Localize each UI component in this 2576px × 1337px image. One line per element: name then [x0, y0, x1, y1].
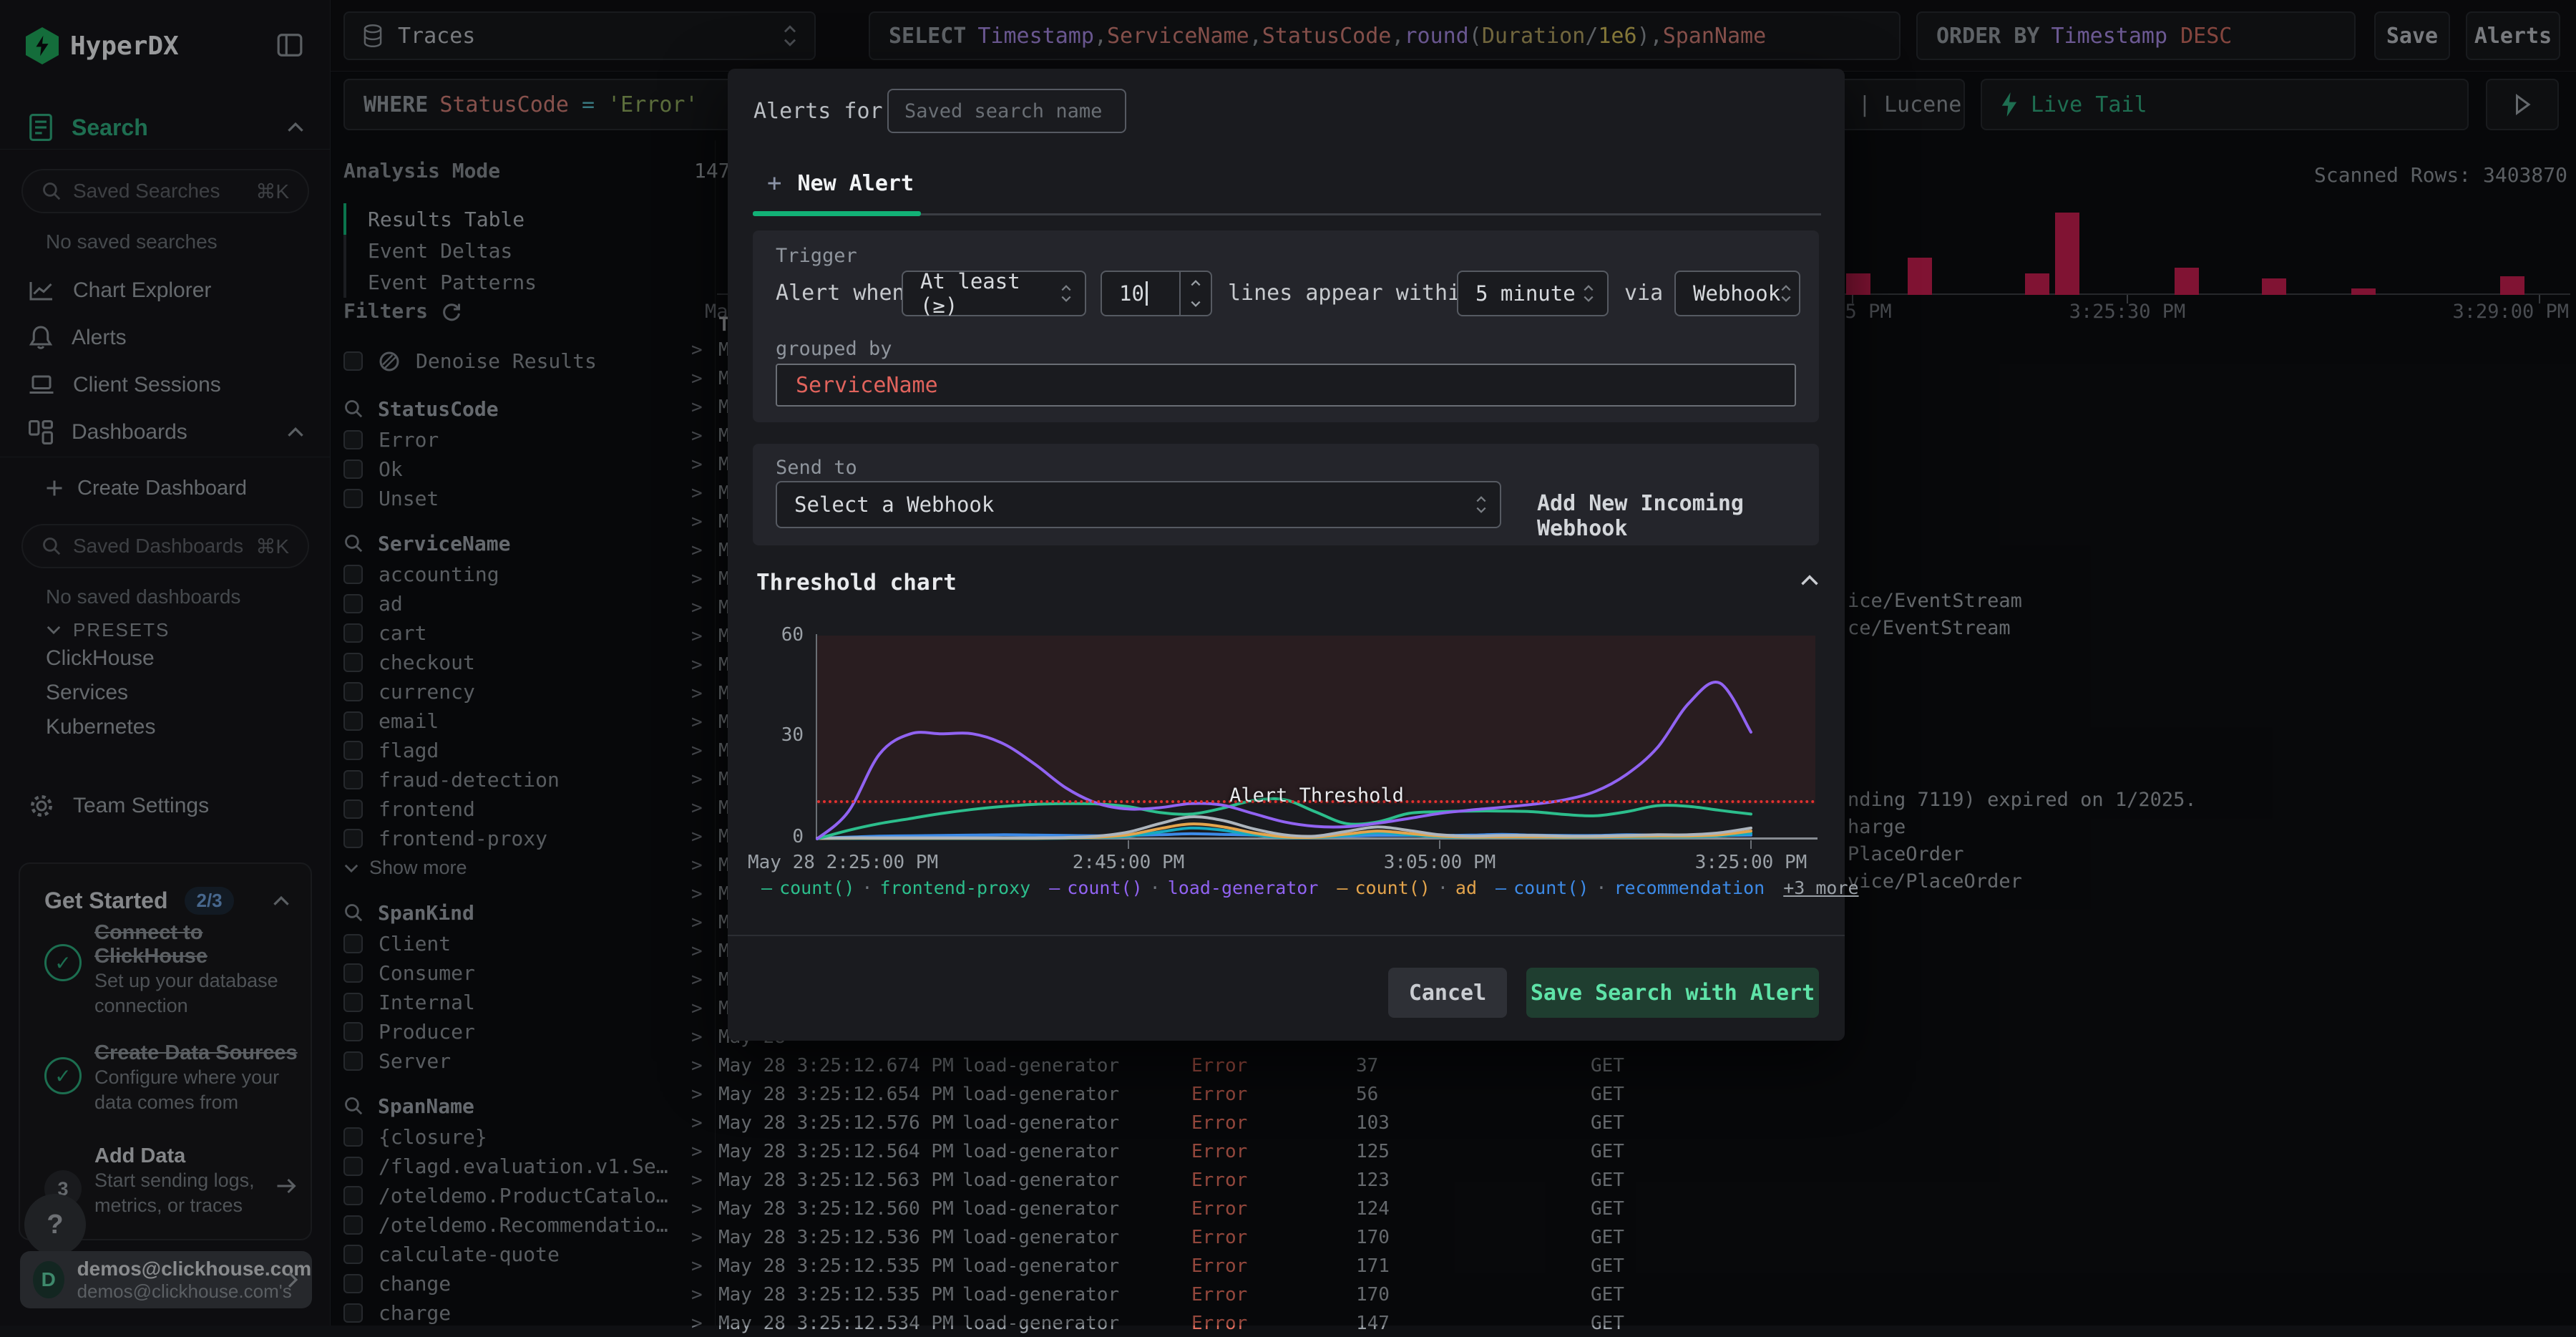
y-tick-60: 60 [781, 624, 804, 646]
saved-search-name-input[interactable]: Saved search name [887, 89, 1126, 133]
x-tick-4: 3:25:00 PM [1694, 852, 1807, 873]
x-tick-1: May 28 2:25:00 PM [748, 852, 939, 873]
chart-y-axis [816, 634, 817, 839]
alerts-for-label: Alerts for [753, 99, 883, 124]
chart-series-ad [816, 822, 1752, 840]
hyperdx-app: Traces SELECT Timestamp,ServiceName,Stat… [0, 0, 2576, 1334]
collapse-chart-icon[interactable] [1800, 574, 1820, 587]
text-cursor [1145, 281, 1148, 306]
x-tick-3: 3:05:00 PM [1383, 852, 1496, 873]
channel-select[interactable]: Webhook [1674, 271, 1800, 316]
cancel-button[interactable]: Cancel [1388, 968, 1507, 1018]
legend-more-link[interactable]: +3 more [1783, 877, 1858, 898]
y-tick-0: 0 [792, 826, 804, 847]
legend-item[interactable]: — count() · frontend-proxy [761, 877, 1030, 898]
chevron-updown-icon [1780, 284, 1792, 303]
condition-select[interactable]: At least (≥) [902, 269, 1086, 318]
legend-item[interactable]: — count() · recommendation [1496, 877, 1765, 898]
threshold-number-input[interactable]: 10 [1101, 271, 1212, 316]
grouped-by-label: grouped by [776, 338, 892, 360]
saved-search-name-placeholder: Saved search name [904, 99, 1103, 122]
chart-series-extra [816, 815, 1752, 840]
trigger-label: Trigger [776, 245, 857, 267]
chart-series-frontend-proxy [816, 797, 1752, 840]
chart-x-axis [816, 837, 1818, 840]
chart-series-extra [816, 826, 1752, 840]
grouped-by-input[interactable]: ServiceName [776, 364, 1796, 407]
chart-series-lines [816, 681, 1752, 840]
chart-series-load-generator [816, 681, 1752, 840]
chevron-updown-icon [1060, 284, 1072, 303]
stepper-down-icon [1191, 301, 1201, 307]
alert-threshold-label: Alert Threshold [1229, 784, 1404, 807]
trigger-section: Trigger Alert when At least (≥) 10 lines… [753, 230, 1819, 422]
x-tick-2: 2:45:00 PM [1072, 852, 1185, 873]
legend-items: — count() · frontend-proxy — count() · load-ge… [761, 877, 1765, 898]
y-tick-30: 30 [781, 724, 804, 746]
alerts-modal: Alerts for Saved search name + New Alert… [728, 69, 1859, 1041]
alert-when-label: Alert when [776, 281, 905, 306]
chevron-updown-icon [1583, 284, 1594, 303]
number-stepper[interactable] [1179, 272, 1211, 315]
webhook-select[interactable]: Select a Webhook [776, 481, 1501, 528]
lines-appear-label: lines appear within [1228, 281, 1474, 306]
chart-alert-zone [817, 636, 1815, 804]
legend-item[interactable]: — count() · ad [1337, 877, 1477, 898]
plus-icon: + [767, 169, 782, 198]
add-new-webhook-button[interactable]: Add New Incoming Webhook [1537, 491, 1819, 541]
chart-series-recommendation [816, 832, 1752, 840]
tab-new-alert-label: New Alert [797, 170, 914, 196]
alert-threshold-line [817, 800, 1815, 803]
footer-separator [728, 935, 1845, 936]
chevron-updown-icon [1475, 495, 1487, 514]
threshold-chart-title: Threshold chart [756, 570, 957, 595]
send-to-section: Send to Select a Webhook Add New Incomin… [753, 444, 1819, 545]
send-to-label: Send to [776, 457, 857, 479]
legend-item[interactable]: — count() · load-generator [1049, 877, 1318, 898]
via-label: via [1624, 281, 1664, 306]
tab-new-alert[interactable]: + New Alert [767, 169, 914, 198]
chart-legend: — count() · frontend-proxy — count() · load-ge… [761, 877, 1859, 898]
tab-active-indicator [753, 211, 921, 216]
stepper-up-icon [1191, 280, 1201, 286]
window-select[interactable]: 5 minute [1457, 271, 1609, 316]
save-search-with-alert-button[interactable]: Save Search with Alert [1526, 968, 1819, 1018]
